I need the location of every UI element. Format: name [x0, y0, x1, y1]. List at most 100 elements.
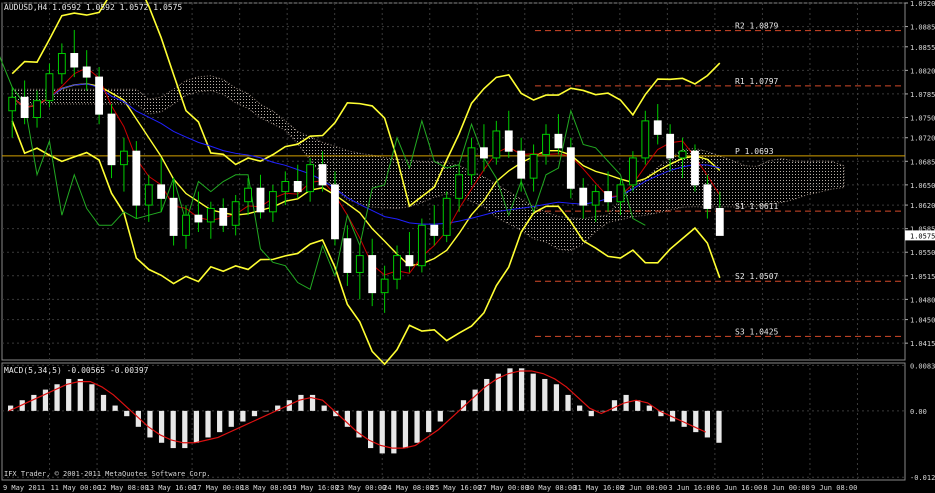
macd-bar [100, 394, 107, 411]
candle-body [57, 53, 66, 75]
price-axis: 1.0920 1.0885 1.0855 1.0820 1.0785 1.0750 1.07… [905, 0, 935, 482]
pivot-label: S3 1.0425 [735, 327, 779, 336]
symbol-header: AUDUSD,H4 1.0592 1.0592 1.0572 1.0575 [4, 3, 182, 12]
price-tick-label: 1.0650 [910, 182, 935, 190]
candle-body [343, 238, 352, 273]
macd-bar [635, 400, 641, 411]
candle-body [604, 191, 612, 203]
time-tick-label: 6 Jun 16:00 [716, 484, 762, 492]
candle-body [517, 150, 526, 179]
macd-bar [31, 394, 37, 411]
time-tick-label: 25 May 16:00 [431, 484, 482, 492]
candle-body [715, 207, 724, 236]
candle-body [653, 120, 662, 135]
pivot-label: S2 1.0507 [735, 272, 779, 281]
time-tick-label: 11 May 00:00 [51, 484, 102, 492]
macd-bar [298, 394, 304, 411]
macd-bar [112, 405, 118, 411]
macd-bar [704, 410, 710, 438]
macd-bar [217, 410, 223, 433]
macd-bar [553, 384, 560, 411]
macd-tick-label: 0.00 [910, 408, 927, 416]
macd-bar [681, 410, 687, 427]
time-tick-label: 3 Jun 16:00 [668, 484, 714, 492]
candle-body [194, 214, 203, 223]
time-tick-label: 12 May 08:00 [98, 484, 149, 492]
macd-tick-label: -0.01252 [910, 474, 935, 482]
macd-bar [368, 410, 374, 449]
macd-bar [193, 410, 200, 443]
candle-body [504, 130, 513, 152]
macd-bar [646, 405, 652, 411]
chart-root: R2 1.0879 R1 1.0797 P 1.0693 S1 1.0611 S2 1.… [0, 0, 935, 493]
macd-bar [251, 410, 258, 417]
candle-body [467, 147, 476, 176]
pivot-label: S1 1.0611 [735, 202, 779, 211]
macd-bar [77, 378, 83, 411]
time-tick-label: 19 May 16:00 [288, 484, 339, 492]
candle-body [591, 191, 600, 206]
macd-bar [518, 368, 525, 411]
footer-copyright: IFX Trader, © 2001-2011 MetaQuotes Softw… [4, 470, 211, 478]
time-tick-label: 9 Jun 08:00 [811, 484, 857, 492]
candle-body [331, 184, 339, 240]
candle-body [641, 120, 650, 159]
macd-bar [414, 410, 420, 443]
candle-body [95, 76, 104, 115]
macd-bar [263, 410, 269, 412]
candle-body [281, 181, 290, 193]
time-tick-label: 23 May 00:00 [336, 484, 387, 492]
candle-body [529, 154, 538, 179]
candle-body [355, 255, 364, 273]
time-tick-label: 2 Jun 00:00 [621, 484, 667, 492]
candle-body [293, 181, 302, 193]
price-tick-label: 1.0685 [910, 158, 935, 166]
time-tick-label: 18 May 08:00 [241, 484, 292, 492]
macd-bar [611, 400, 618, 411]
macd-bar [158, 410, 165, 443]
macd-bar [240, 410, 246, 422]
pivot-label: R2 1.0879 [735, 22, 779, 31]
candle-body [703, 184, 712, 209]
candle-body [20, 96, 29, 119]
candle-body [666, 133, 675, 159]
macd-bar [588, 410, 594, 417]
candle-body [120, 150, 128, 166]
price-tick-label: 1.0920 [910, 0, 935, 8]
candle-body [579, 187, 588, 206]
candle-body [182, 214, 190, 236]
candle-body [144, 184, 153, 206]
candle-body [628, 157, 637, 186]
macd-bar [577, 405, 583, 411]
time-tick-label: 24 May 08:00 [383, 484, 434, 492]
candle-body [268, 191, 277, 213]
macd-bar [426, 410, 432, 433]
candle-body [107, 113, 116, 166]
candle-body [306, 164, 315, 193]
time-axis: 9 May 2011 11 May 00:0012 May 08:0013 May… [3, 484, 857, 492]
price-tick-label: 1.0855 [910, 44, 935, 52]
time-tick-label: 9 May 2011 [3, 484, 45, 492]
macd-bar [170, 410, 176, 449]
candle-body [566, 147, 575, 189]
macd-bar [565, 394, 571, 411]
candle-body [480, 147, 488, 159]
time-tick-label: 17 May 00:00 [193, 484, 244, 492]
macd-bar [530, 373, 536, 411]
candle-body [430, 224, 439, 236]
macd-bar [507, 368, 513, 411]
candle-body [691, 150, 699, 186]
candle-body [455, 174, 464, 199]
price-tick-label: 1.0620 [910, 202, 935, 210]
macd-bar [89, 384, 95, 411]
candle-body [219, 207, 228, 226]
candle-body [318, 164, 327, 186]
macd-bar [542, 378, 548, 411]
price-tick-label: 1.0720 [910, 135, 935, 143]
macd-bar [228, 410, 234, 427]
time-tick-label: 27 May 00:00 [478, 484, 529, 492]
price-tick-label: 1.0415 [910, 340, 935, 348]
time-tick-label: 8 Jun 00:00 [763, 484, 809, 492]
macd-bar [379, 410, 385, 454]
macd-bar [124, 410, 130, 417]
